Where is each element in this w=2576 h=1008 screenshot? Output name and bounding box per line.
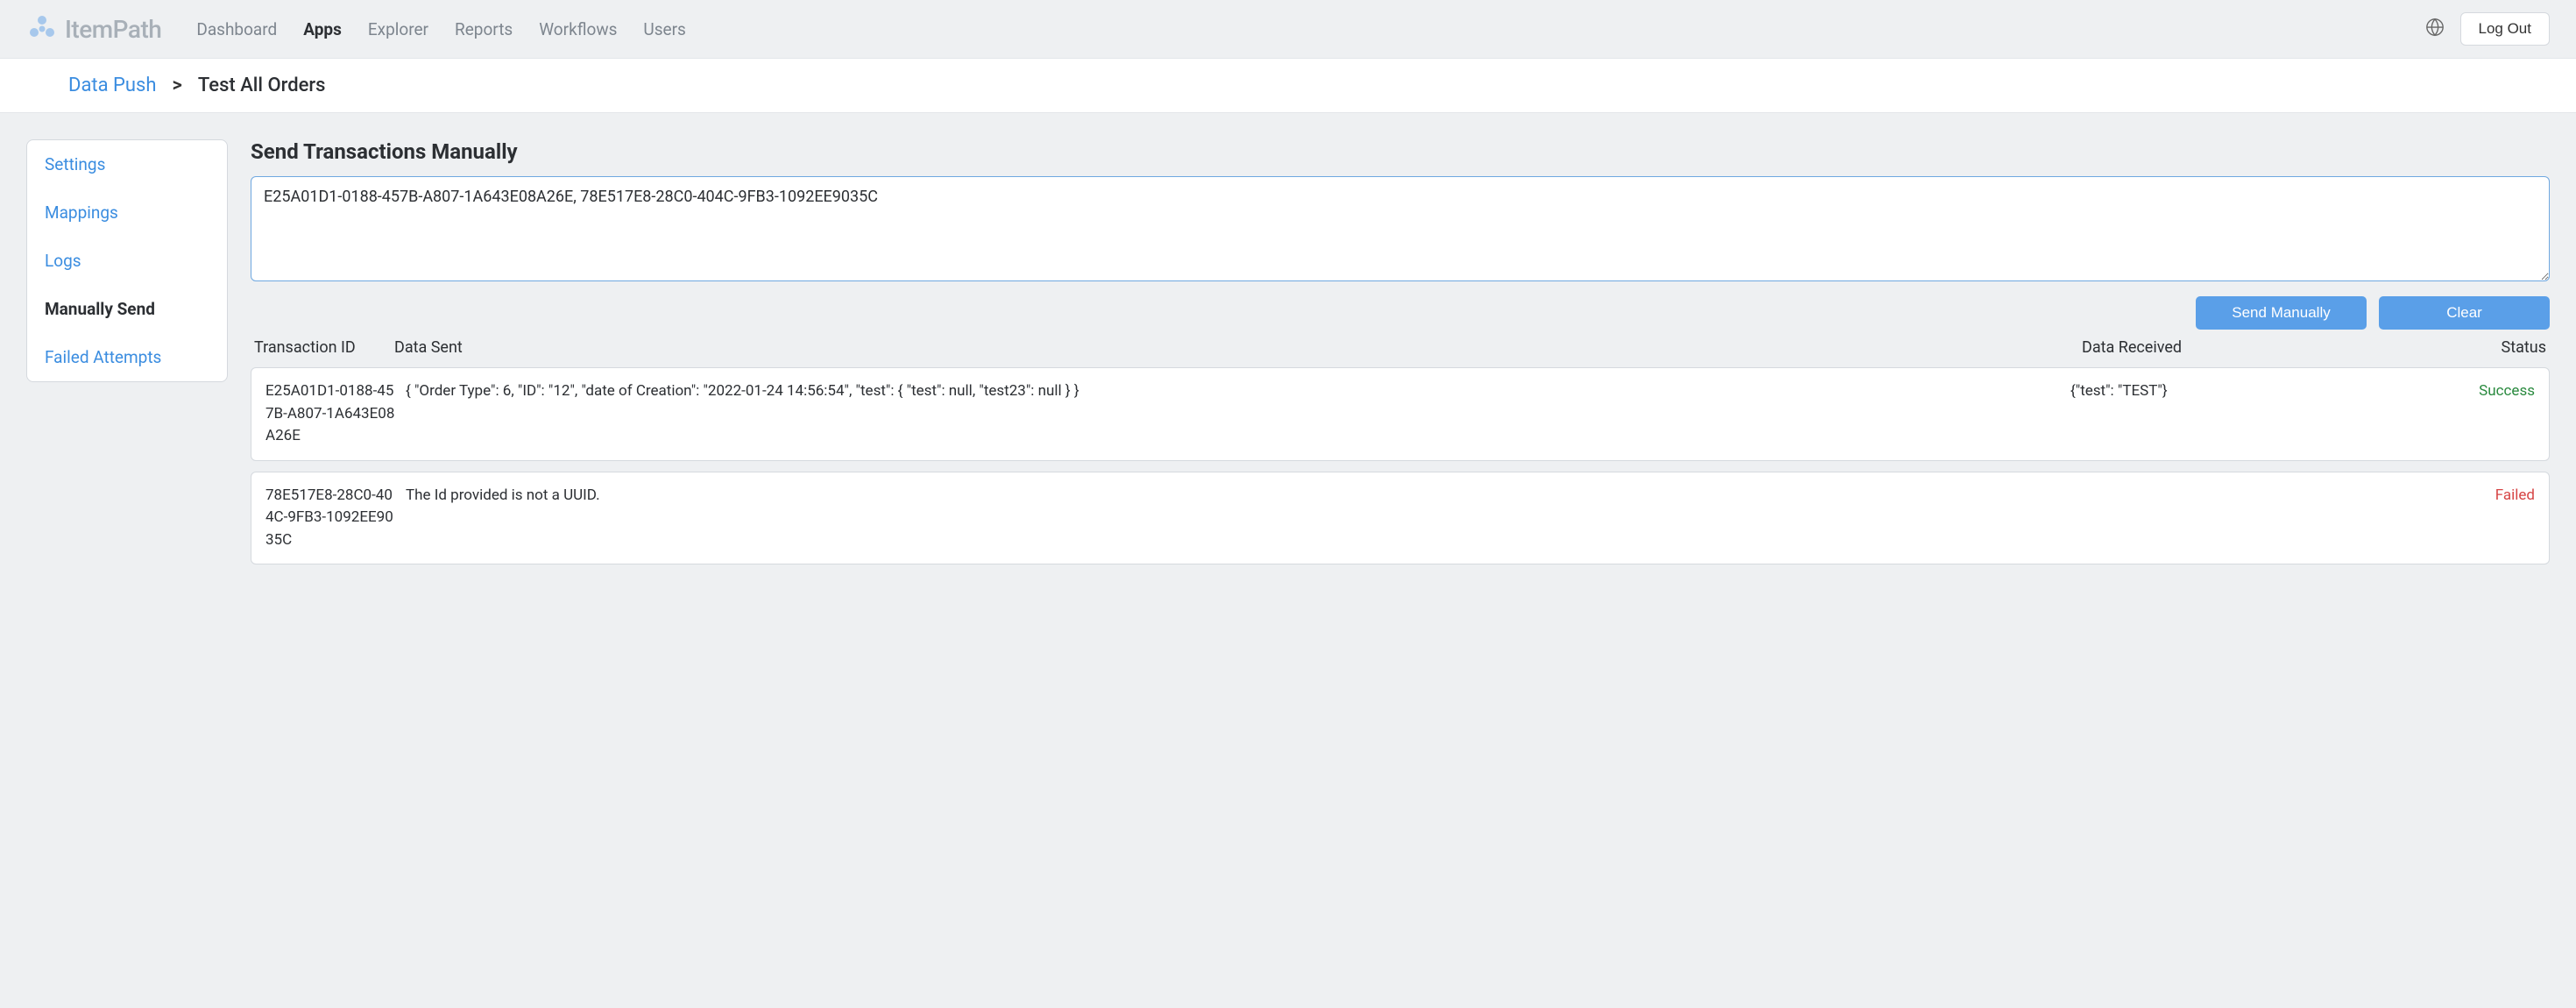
sidebar-item-failed-attempts[interactable]: Failed Attempts [27,333,227,381]
sidebar: SettingsMappingsLogsManually SendFailed … [26,139,228,382]
breadcrumb-separator: > [173,75,182,96]
logout-button[interactable]: Log Out [2460,12,2551,46]
transaction-ids-input[interactable] [251,176,2550,281]
breadcrumb-current: Test All Orders [198,75,326,96]
col-header-data-sent: Data Sent [394,338,2082,357]
cell-transaction-id: E25A01D1-0188-457B-A807-1A643E08A26E [265,380,406,448]
sidebar-item-mappings[interactable]: Mappings [27,188,227,237]
breadcrumb-parent-link[interactable]: Data Push [68,75,157,96]
sidebar-item-manually-send[interactable]: Manually Send [27,285,227,333]
logo[interactable]: ItemPath [26,13,161,45]
top-nav: Dashboard Apps Explorer Reports Workflows Use… [196,19,2424,39]
table-rows: E25A01D1-0188-457B-A807-1A643E08A26E{ "O… [251,367,2550,564]
clear-button[interactable]: Clear [2379,296,2550,330]
table-row: E25A01D1-0188-457B-A807-1A643E08A26E{ "O… [251,367,2550,461]
cell-status: Failed [2447,485,2535,552]
action-buttons: Send Manually Clear [251,296,2550,330]
cell-data-received [2070,485,2447,552]
nav-item-workflows[interactable]: Workflows [539,19,617,39]
table-row: 78E517E8-28C0-404C-9FB3-1092EE9035CThe I… [251,472,2550,565]
nav-item-dashboard[interactable]: Dashboard [196,19,277,39]
breadcrumb: Data Push > Test All Orders [0,58,2576,113]
col-header-data-received: Data Received [2082,338,2459,357]
brand-logo-icon [26,13,58,45]
main: Send Transactions Manually Send Manually… [251,139,2550,575]
sidebar-item-settings[interactable]: Settings [27,140,227,188]
header-right: Log Out [2425,12,2551,46]
header: ItemPath Dashboard Apps Explorer Reports Wor… [0,0,2576,58]
nav-item-explorer[interactable]: Explorer [368,19,428,39]
col-header-status: Status [2459,338,2546,357]
nav-item-users[interactable]: Users [643,19,685,39]
cell-data-received: {"test": "TEST"} [2070,380,2447,448]
table-header: Transaction ID Data Sent Data Received S… [251,338,2550,364]
col-header-transaction-id: Transaction ID [254,338,394,357]
sidebar-item-logs[interactable]: Logs [27,237,227,285]
globe-icon[interactable] [2425,18,2445,41]
cell-status: Success [2447,380,2535,448]
cell-data-sent: The Id provided is not a UUID. [406,485,2070,552]
send-manually-button[interactable]: Send Manually [2196,296,2367,330]
page-title: Send Transactions Manually [251,139,2550,164]
content: SettingsMappingsLogsManually SendFailed … [0,113,2576,601]
nav-item-apps[interactable]: Apps [303,19,342,39]
nav-item-reports[interactable]: Reports [455,19,513,39]
brand-name: ItemPath [65,15,161,44]
cell-transaction-id: 78E517E8-28C0-404C-9FB3-1092EE9035C [265,485,406,552]
cell-data-sent: { "Order Type": 6, "ID": "12", "date of … [406,380,2070,448]
